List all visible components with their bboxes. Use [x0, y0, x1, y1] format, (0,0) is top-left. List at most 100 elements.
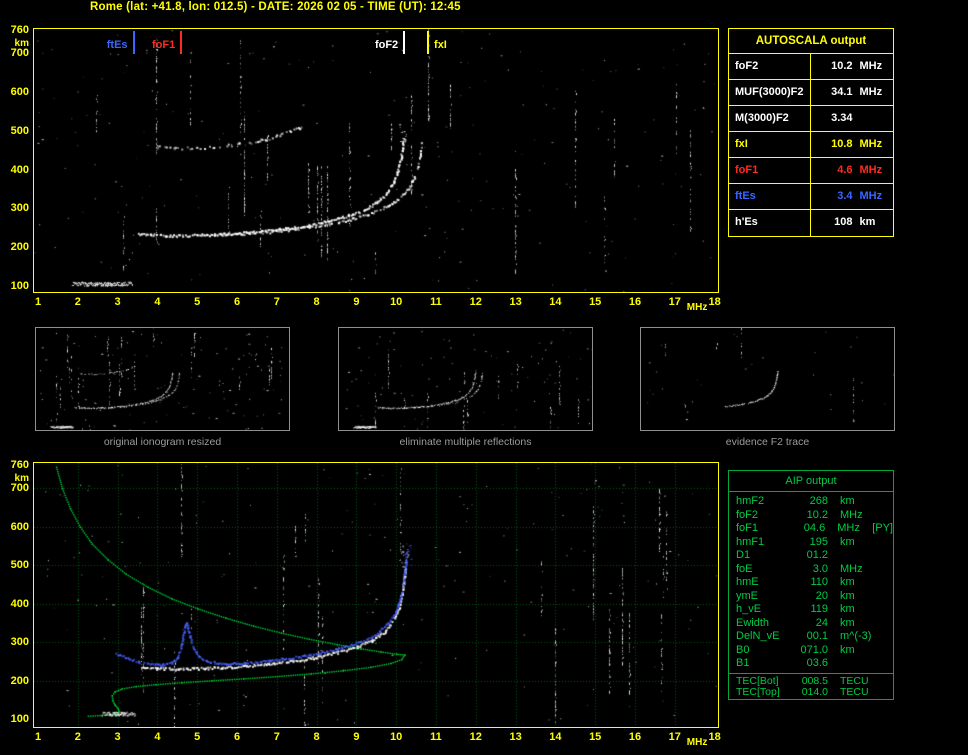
- aip-param-label: hmF1: [736, 535, 765, 548]
- aip-param-label: foF2: [736, 508, 759, 521]
- autoscala-param-label: M(3000)F2: [729, 106, 811, 131]
- y-axis-tick: 100: [10, 280, 29, 292]
- autoscala-param-label: fxI: [729, 132, 811, 157]
- x-axis-tick: 5: [194, 296, 201, 308]
- autoscala-app-window: Rome (lat: +41.8, lon: 012.5) - DATE: 20…: [0, 0, 968, 755]
- aip-unit: MHz: [840, 562, 863, 575]
- ftes-marker-label: ftEs: [106, 39, 128, 51]
- x-axis-tick: 1: [34, 731, 42, 743]
- x-axis-tick: 17: [668, 731, 681, 743]
- autoscala-value-unit: MHz: [859, 164, 883, 176]
- autoscala-value-number: 3.34: [831, 112, 853, 124]
- aip-param-label: foE: [736, 562, 753, 575]
- x-axis-tick: 4: [154, 731, 161, 743]
- aip-param-label: hmE: [736, 576, 759, 588]
- aip-row: foF1 04.6 MHz [PY]: [729, 522, 893, 536]
- aip-param-label: Ewidth: [736, 616, 770, 629]
- y-axis-tick: 300: [10, 636, 29, 649]
- autoscala-value-unit: [860, 106, 888, 131]
- aip-value: 071.0: [800, 643, 828, 656]
- x-axis-tick: 3: [114, 731, 121, 743]
- x-axis-tick: 9: [353, 731, 360, 743]
- x-axis-tick: 15: [589, 296, 602, 308]
- thumbnail-original-ionogram: [35, 327, 290, 431]
- aip-param-label: h_vE: [736, 603, 762, 615]
- aip-note: [PY]: [872, 522, 893, 534]
- x-axis-tick: 11: [430, 296, 442, 308]
- y-axis-tick: 200: [10, 674, 29, 687]
- aip-value: 01.2: [806, 549, 828, 561]
- y-axis-tick: 600: [10, 520, 29, 533]
- y-axis-tick: 400: [10, 163, 29, 176]
- x-axis-tick: 5: [194, 731, 201, 743]
- autoscala-value-number: 10.8: [831, 138, 853, 150]
- y-axis-tick: 100: [10, 713, 29, 725]
- aip-value: 268: [809, 495, 828, 507]
- bottom-ionogram-canvas: [34, 463, 718, 727]
- ftes-marker-line: [132, 31, 135, 54]
- aip-param-label: DelN_vE: [736, 630, 780, 642]
- autoscala-value: 10.2 MHz: [811, 54, 893, 79]
- autoscala-value-number: 108: [834, 216, 853, 228]
- y-axis-tick: 400: [10, 597, 29, 610]
- y-axis-tick: 300: [10, 202, 29, 215]
- y-axis-tick: 200: [10, 241, 29, 254]
- autoscala-value-unit: MHz: [859, 86, 883, 98]
- aip-unit: km: [840, 603, 855, 615]
- x-axis-tick: 18: [708, 731, 721, 743]
- aip-unit: km: [840, 589, 855, 602]
- aip-param-label: B1: [736, 657, 750, 669]
- aip-param-label: ymE: [736, 589, 758, 602]
- x-axis-unit: MHz: [686, 737, 708, 748]
- x-axis-tick: 14: [549, 731, 562, 743]
- thumbnail-caption-evidence: evidence F2 trace: [725, 436, 810, 448]
- aip-row: h_vE 119 km: [729, 603, 893, 617]
- aip-value: 195: [809, 535, 828, 548]
- fof2-marker-line: [403, 31, 406, 54]
- aip-row: B0 071.0 km: [729, 644, 893, 658]
- autoscala-param-label: h'Es: [729, 210, 811, 236]
- x-axis-tick: 12: [469, 731, 482, 743]
- x-axis-tick: 16: [628, 731, 642, 743]
- autoscala-row: fxI 10.8 MHz: [729, 132, 893, 158]
- aip-value: 10.2: [806, 508, 828, 521]
- autoscala-value: 3.34: [811, 106, 893, 131]
- aip-param-label: hmF2: [736, 495, 765, 507]
- aip-row: TEC[Bot] 008.5 TECU: [729, 674, 893, 687]
- aip-unit: TECU: [840, 674, 869, 687]
- x-axis-tick: 15: [589, 731, 602, 743]
- y-axis-tick: 600: [10, 86, 29, 98]
- aip-unit: km: [840, 576, 855, 588]
- autoscala-value-number: 4.6: [837, 164, 853, 176]
- aip-unit: MHz: [837, 522, 860, 534]
- autoscala-value-unit: km: [859, 216, 876, 228]
- aip-unit: km: [840, 643, 855, 656]
- aip-unit: TECU: [840, 685, 869, 698]
- autoscala-value: 34.1 MHz: [811, 80, 893, 105]
- autoscala-value-unit: MHz: [859, 190, 883, 202]
- aip-unit: [840, 657, 874, 671]
- x-axis-tick: 8: [313, 296, 320, 308]
- x-axis-tick: 2: [74, 731, 81, 743]
- thumbnail-evidence-f2: [640, 327, 895, 431]
- thumbnail-eliminate-reflections: [338, 327, 593, 431]
- aip-value: 008.5: [801, 674, 828, 687]
- autoscala-table-title: AUTOSCALA output: [729, 29, 893, 54]
- aip-unit: MHz: [840, 508, 863, 521]
- aip-output-table: AIP output hmF2 268 km foF2 10.2 MHz foF1 04.6 M…: [728, 470, 894, 700]
- aip-row: TEC[Top] 014.0 TECU: [729, 685, 893, 698]
- x-axis-tick: 10: [390, 296, 403, 308]
- aip-value: 24: [815, 616, 828, 629]
- autoscala-param-label: foF1: [729, 158, 811, 183]
- x-axis-unit: MHz: [686, 302, 708, 313]
- autoscala-row: M(3000)F2 3.34: [729, 106, 893, 132]
- y-axis-unit: km: [14, 473, 29, 485]
- fxi-marker-label: fxI: [434, 39, 447, 51]
- aip-unit: km: [840, 616, 855, 629]
- x-axis-tick: 13: [509, 296, 522, 308]
- aip-table-rows: hmF2 268 km foF2 10.2 MHz foF1 04.6 MHz [PY] hmF1 1…: [729, 492, 893, 673]
- autoscala-row: ftEs 3.4 MHz: [729, 184, 893, 210]
- autoscala-output-table: AUTOSCALA output foF2 10.2 MHz MUF(3000)F2 3…: [728, 28, 894, 237]
- x-axis-tick: 2: [74, 296, 81, 308]
- autoscala-value: 10.8 MHz: [811, 132, 893, 157]
